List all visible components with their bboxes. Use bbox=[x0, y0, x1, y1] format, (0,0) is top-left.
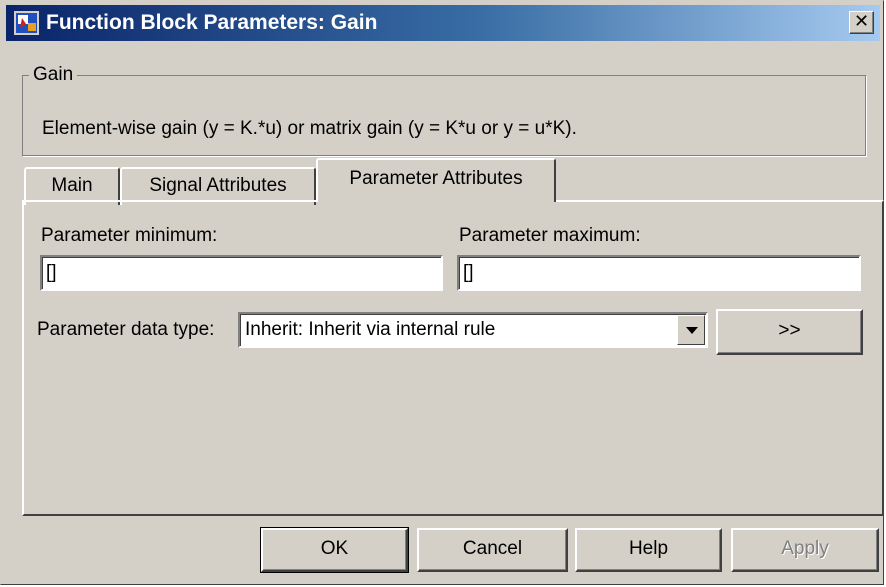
param-min-label: Parameter minimum: bbox=[41, 225, 218, 246]
param-max-value: [] bbox=[463, 262, 474, 283]
simulink-block-icon bbox=[14, 11, 39, 35]
button-label: Help bbox=[628, 538, 669, 559]
button-label: Apply bbox=[781, 538, 829, 559]
apply-button: Apply bbox=[731, 528, 879, 572]
cancel-button[interactable]: Cancel bbox=[417, 528, 568, 572]
tab-label: Signal Attributes bbox=[149, 175, 287, 196]
window-title: Function Block Parameters: Gain bbox=[46, 11, 378, 34]
tab-parameter-attributes[interactable]: Parameter Attributes bbox=[316, 158, 556, 202]
tab-label: Main bbox=[51, 175, 93, 196]
ok-button[interactable]: OK bbox=[260, 527, 409, 573]
param-min-value: [] bbox=[46, 262, 57, 283]
title-bar[interactable]: Function Block Parameters: Gain ✕ bbox=[6, 5, 880, 41]
param-datatype-label: Parameter data type: bbox=[37, 319, 215, 340]
tab-label: Parameter Attributes bbox=[349, 168, 523, 189]
help-button[interactable]: Help bbox=[575, 528, 722, 572]
param-datatype-select[interactable]: Inherit: Inherit via internal rule bbox=[238, 312, 708, 348]
button-label: OK bbox=[320, 538, 349, 559]
button-label: >> bbox=[778, 320, 801, 341]
param-max-input[interactable]: [] bbox=[457, 255, 861, 291]
close-icon: ✕ bbox=[853, 11, 870, 31]
param-datatype-value: Inherit: Inherit via internal rule bbox=[245, 319, 496, 340]
close-button[interactable]: ✕ bbox=[849, 11, 874, 34]
dialog-window: Function Block Parameters: Gain ✕ Gain E… bbox=[0, 0, 884, 585]
param-min-input[interactable]: [] bbox=[40, 255, 443, 291]
groupbox-legend: Gain bbox=[29, 64, 78, 86]
button-label: Cancel bbox=[462, 538, 523, 559]
data-type-assistant-button[interactable]: >> bbox=[716, 309, 863, 355]
param-max-label: Parameter maximum: bbox=[459, 225, 641, 246]
gain-groupbox bbox=[22, 75, 866, 156]
chevron-down-icon[interactable] bbox=[677, 315, 705, 345]
block-description: Element-wise gain (y = K.*u) or matrix g… bbox=[42, 118, 577, 139]
tab-panel bbox=[22, 200, 884, 516]
